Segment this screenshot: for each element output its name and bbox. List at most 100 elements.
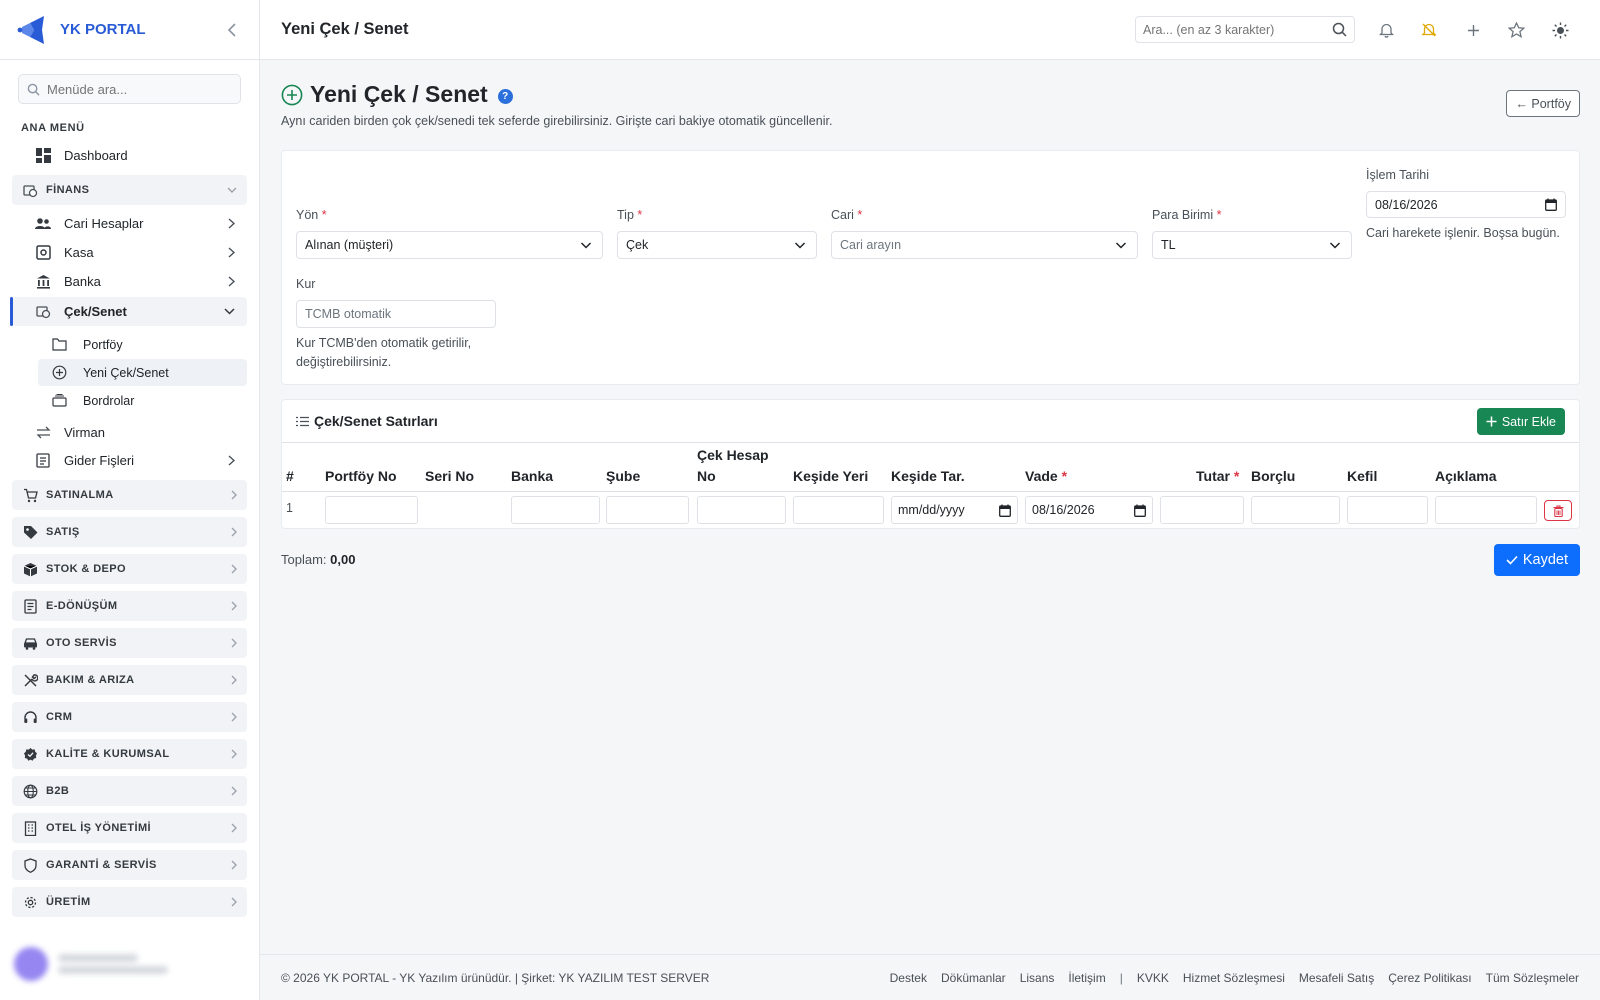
sidebar-group-finans[interactable]: FİNANS	[12, 175, 247, 205]
menu-search[interactable]	[18, 74, 241, 104]
para-birimi-select[interactable]: TL	[1152, 231, 1352, 259]
bell-slash-icon[interactable]	[1418, 19, 1440, 41]
bell-icon[interactable]	[1375, 19, 1397, 41]
footer-link-destek[interactable]: Destek	[890, 971, 927, 985]
kur-input[interactable]: TCMB otomatik	[296, 300, 496, 328]
portfoy-no-input[interactable]	[325, 496, 418, 524]
sidebar-group-garanti-servi-s[interactable]: GARANTİ & SERVİS	[12, 850, 247, 880]
islem-tarihi-field: İşlem Tarihi 08/16/2026 Cari harekete iş…	[1366, 168, 1566, 243]
sidebar-group-stok-depo[interactable]: STOK & DEPO	[12, 554, 247, 584]
user-profile[interactable]	[14, 942, 246, 986]
menu-search-input[interactable]	[47, 81, 217, 97]
plus-circle-icon	[281, 84, 303, 105]
chevron-right-icon	[231, 490, 237, 500]
sidebar-group-bakim-ariza[interactable]: BAKIM & ARIZA	[12, 665, 247, 695]
archive-icon	[52, 394, 67, 407]
plus-icon[interactable]	[1462, 19, 1484, 41]
kur-field: Kur TCMB otomatik Kur TCMB'den otomatik …	[296, 277, 496, 372]
sidebar-subitem-bordrolar[interactable]: Bordrolar	[38, 387, 247, 414]
footer-link-mesafeli[interactable]: Mesafeli Satış	[1299, 971, 1374, 985]
column-header: Kefil	[1347, 468, 1378, 484]
sidebar-subitem-portfoy[interactable]: Portföy	[38, 331, 247, 358]
sube-input[interactable]	[606, 496, 689, 524]
help-icon[interactable]: ?	[497, 88, 513, 104]
sidebar-group-e-dönüşüm[interactable]: E-DÖNÜŞÜM	[12, 591, 247, 621]
page-title: Yeni Çek / Senet	[310, 81, 488, 107]
chevron-right-icon	[228, 275, 235, 287]
lines-title: Çek/Senet Satırları	[296, 413, 438, 429]
sidebar-group-üreti-m[interactable]: ÜRETİM	[12, 887, 247, 917]
back-to-portfolio-button[interactable]: ← Portföy	[1506, 90, 1580, 117]
sidebar-group-b2b[interactable]: B2B	[12, 776, 247, 806]
globe-icon	[22, 783, 38, 799]
delete-row-button[interactable]	[1544, 500, 1572, 521]
kefil-input[interactable]	[1347, 496, 1428, 524]
sidebar-group-oto-servi-s[interactable]: OTO SERVİS	[12, 628, 247, 658]
tip-select[interactable]: Çek	[617, 231, 817, 259]
cari-select[interactable]: Cari arayın	[831, 231, 1138, 259]
star-icon[interactable]	[1505, 19, 1527, 41]
footer-copyright: © 2026 YK PORTAL - YK Yazılım ürünüdür. …	[281, 970, 710, 985]
sidebar-subitem-yeni-cek-senet[interactable]: Yeni Çek/Senet	[38, 359, 247, 386]
chevron-right-icon	[231, 897, 237, 907]
cart-icon	[22, 487, 38, 503]
column-header: Seri No	[425, 468, 475, 484]
yk-portal-logo	[17, 15, 44, 44]
page-heading: Yeni Çek / Senet ?	[281, 81, 1580, 108]
column-header: Vade *	[1025, 468, 1068, 484]
search-icon	[27, 83, 40, 96]
sidebar-group-crm[interactable]: CRM	[12, 702, 247, 732]
sidebar-group-satiş[interactable]: SATIŞ	[12, 517, 247, 547]
sidebar-item-dashboard[interactable]: Dashboard	[12, 140, 247, 170]
sidebar-item-gider-fisleri[interactable]: Gider Fişleri	[12, 446, 247, 474]
banka-input[interactable]	[511, 496, 600, 524]
group-label: SATINALMA	[46, 489, 114, 501]
footer-link-lisans[interactable]: Lisans	[1020, 971, 1055, 985]
sidebar-group-otel-i-ş-yöneti-mi-[interactable]: OTEL İŞ YÖNETİMİ	[12, 813, 247, 843]
sidebar-group-kali-te-kurumsal[interactable]: KALİTE & KURUMSAL	[12, 739, 247, 769]
keside-tarihi-input[interactable]: mm/dd/yyyy	[891, 496, 1018, 524]
sidebar-item-kasa[interactable]: Kasa	[12, 238, 247, 266]
sidebar-group-satinalma[interactable]: SATINALMA	[12, 480, 247, 510]
box-icon	[22, 561, 38, 577]
global-search-input[interactable]	[1143, 22, 1332, 37]
sidebar-item-cari-hesaplar[interactable]: Cari Hesaplar	[12, 209, 247, 237]
sidebar-item-cek-senet[interactable]: Çek/Senet	[10, 297, 247, 326]
chevron-down-icon	[224, 308, 235, 315]
borclu-input[interactable]	[1251, 496, 1340, 524]
header-title: Yeni Çek / Senet	[281, 20, 409, 38]
chevron-right-icon	[231, 638, 237, 648]
vade-input[interactable]: 08/16/2026	[1025, 496, 1153, 524]
footer-link-cerez[interactable]: Çerez Politikası	[1388, 971, 1471, 985]
column-header: Keşide Tar.	[891, 468, 965, 484]
folder-icon	[52, 338, 67, 351]
chevron-right-icon	[231, 601, 237, 611]
column-header: Keşide Yeri	[793, 468, 869, 484]
keside-yeri-input[interactable]	[793, 496, 884, 524]
sidebar-item-banka[interactable]: Banka	[12, 267, 247, 295]
group-label: OTEL İŞ YÖNETİMİ	[46, 822, 152, 834]
footer-link-tum[interactable]: Tüm Sözleşmeler	[1486, 971, 1579, 985]
chevron-right-icon	[231, 749, 237, 759]
footer-link-iletisim[interactable]: İletişim	[1068, 971, 1105, 985]
yon-select[interactable]: Alınan (müşteri)	[296, 231, 603, 259]
sun-icon[interactable]	[1549, 19, 1571, 41]
islem-tarihi-input[interactable]: 08/16/2026	[1366, 191, 1566, 218]
footer-link-hizmet[interactable]: Hizmet Sözleşmesi	[1183, 971, 1285, 985]
add-row-button[interactable]: Satır Ekle	[1476, 408, 1565, 435]
sidebar-item-virman[interactable]: Virman	[12, 418, 247, 446]
brand: YK PORTAL	[0, 0, 259, 60]
global-search[interactable]	[1135, 16, 1355, 43]
tutar-input[interactable]	[1160, 496, 1244, 524]
chevron-down-icon	[794, 242, 806, 249]
search-icon[interactable]	[1332, 22, 1347, 37]
footer-link-dokumanlar[interactable]: Dökümanlar	[941, 971, 1006, 985]
aciklama-input[interactable]	[1435, 496, 1537, 524]
cek-hesap-no-input[interactable]	[697, 496, 786, 524]
collapse-sidebar-icon[interactable]	[221, 19, 243, 41]
group-label: OTO SERVİS	[46, 637, 117, 649]
top-header: Yeni Çek / Senet	[260, 0, 1600, 60]
seri-no-input[interactable]	[425, 496, 505, 524]
save-button[interactable]: Kaydet	[1493, 544, 1580, 576]
footer-link-kvkk[interactable]: KVKK	[1137, 971, 1169, 985]
